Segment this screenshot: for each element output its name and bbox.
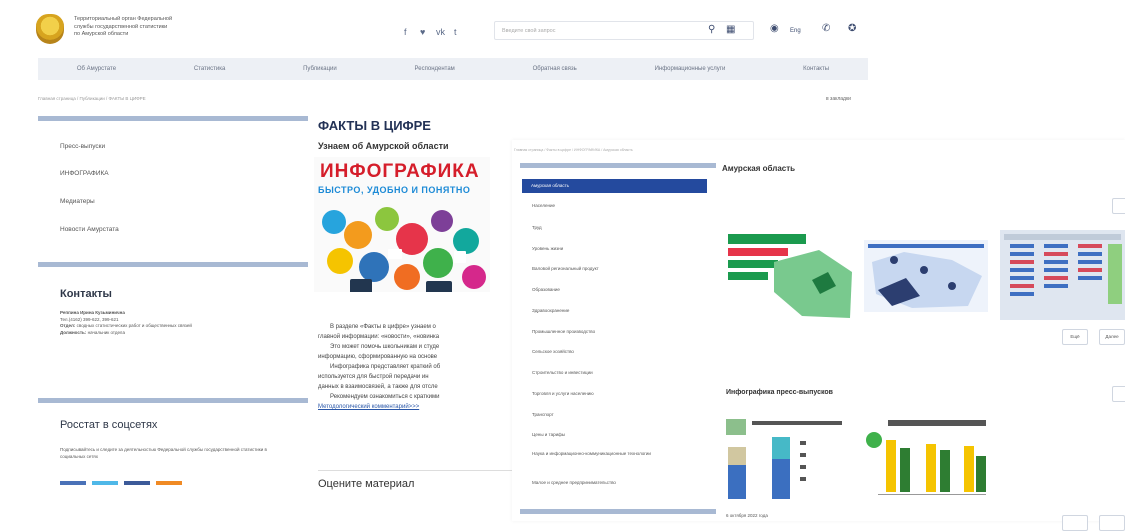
contacts-block: Реппина Ирина Кузьминична Тел.(4162) 399…	[60, 310, 300, 336]
overlay-item-agriculture[interactable]: Сельское хозяйство	[532, 349, 702, 355]
visibility-icon[interactable]: ◉	[770, 23, 779, 34]
infographic-thumb-1[interactable]	[724, 232, 854, 320]
sidebar-item-press[interactable]: Пресс-выпуски	[60, 143, 105, 150]
overlay-item-science[interactable]: Наука и информационно-коммуникационные т…	[532, 451, 702, 457]
menu-item-publications[interactable]: Публикации	[303, 66, 337, 72]
dzen-button[interactable]	[156, 481, 182, 485]
paragraph-line-7: данных в взаимосвязей, а также для отсле	[318, 384, 438, 390]
overlay-item-business[interactable]: Малое и среднее предпринимательство	[532, 480, 702, 486]
social-title: Росстат в соцсетях	[60, 419, 158, 431]
methodology-link[interactable]: Методологический комментарий>>>	[318, 402, 504, 412]
accessibility-icon[interactable]: ✪	[848, 23, 856, 34]
vk-icon[interactable]: vk	[436, 27, 445, 37]
main-text: В разделе «Факты в цифре» узнаем о главн…	[318, 322, 504, 412]
press-more-button[interactable]	[1062, 515, 1088, 531]
vk-button[interactable]	[60, 481, 86, 485]
heart-icon[interactable]: ♥	[420, 27, 425, 37]
sidebar-item-infographics[interactable]: ИНФОГРАФИКА	[60, 170, 109, 177]
rate-label: Оцените материал	[318, 478, 415, 490]
org-name[interactable]: Территориальный орган Федеральной службы…	[74, 16, 234, 39]
overlay-item-labor[interactable]: Труд	[532, 225, 702, 231]
infographic-title: ИНФОГРАФИКА	[320, 161, 480, 182]
org-line-1: Территориальный орган Федеральной	[74, 16, 173, 22]
page-title: ФАКТЫ В ЦИФРЕ	[318, 118, 431, 133]
infographic-banner[interactable]: ИНФОГРАФИКА БЫСТРО, УДОБНО И ПОНЯТНО	[314, 157, 490, 292]
overlay-item-active[interactable]: Амурская область	[522, 179, 707, 193]
overlay-divider	[520, 163, 716, 168]
contact-position: начальник отдела	[87, 329, 125, 335]
press-thumb-1[interactable]	[724, 417, 852, 503]
overlay-bottom-divider	[520, 509, 716, 514]
sidebar-item-news[interactable]: Новости Амурстата	[60, 226, 119, 233]
overlay-item-population[interactable]: Население	[532, 203, 702, 209]
overlay-item-grp[interactable]: Валовой региональный продукт	[532, 266, 702, 272]
social-divider	[38, 398, 308, 403]
paragraph-line-3: Это может помочь школьникам и студе	[330, 344, 440, 350]
ok-button[interactable]	[124, 481, 150, 485]
paragraph-line-6: используется для быстрой передачи ин	[318, 374, 429, 380]
paragraph-line-5: Инфографика представляет краткий об	[330, 364, 441, 370]
overlay-item-living-standard[interactable]: Уровень жизни	[532, 246, 702, 252]
facebook-icon[interactable]: f	[404, 27, 407, 37]
paragraph-line-1: В разделе «Факты в цифре» узнаем о	[330, 324, 436, 330]
menu-item-info-services[interactable]: Информационные услуги	[655, 66, 726, 72]
region-more-button[interactable]: Ещё	[1062, 329, 1088, 345]
contact-position-label: Должность:	[60, 329, 87, 335]
menu-item-about[interactable]: Об Амурстате	[77, 66, 116, 72]
press-collapse-button[interactable]	[1112, 386, 1125, 402]
filter-icon[interactable]: ▦	[726, 24, 735, 35]
rate-divider	[318, 470, 518, 471]
telegram-button[interactable]	[92, 481, 118, 485]
sidebar-divider	[38, 116, 308, 121]
search-icon[interactable]: ⚲	[708, 24, 715, 35]
overlay-breadcrumb[interactable]: Главная страница / Факты в цифре / ИНФОГ…	[514, 148, 633, 152]
breadcrumb[interactable]: Главная страница / Публикации / ФАКТЫ В …	[38, 96, 146, 101]
overlay-item-prices[interactable]: Цены и тарифы	[532, 432, 702, 438]
menu-item-feedback[interactable]: Обратная связь	[533, 66, 577, 72]
social-text: Подписывайтесь и следите за деятельность…	[60, 447, 267, 459]
press-next-button[interactable]	[1099, 515, 1125, 531]
overlay-item-trade[interactable]: Торговля и услуги населению	[532, 391, 702, 397]
contact-dept-label: Отдел:	[60, 323, 76, 328]
press-infographics-title: Инфографика пресс-выпусков	[726, 389, 833, 396]
contact-dept: сводных статистических работ и обществен…	[76, 323, 192, 328]
infographic-art	[322, 207, 486, 292]
paragraph-line-2: главной информации: «новости», «новинка	[318, 334, 440, 340]
press-thumb-2[interactable]	[864, 418, 990, 500]
infographic-thumb-2[interactable]	[864, 240, 988, 312]
paragraph-line-8: Рекомендуем ознакомиться с краткими	[330, 394, 440, 400]
region-title: Амурская область	[722, 164, 796, 173]
org-line-2: службы государственной статистики	[74, 23, 168, 30]
region-next-button[interactable]: Далее	[1099, 329, 1125, 345]
overlay-item-healthcare[interactable]: Здравоохранение	[532, 308, 702, 314]
overlay-item-construction[interactable]: Строительство и инвестиции	[532, 370, 702, 376]
overlay-item-transport[interactable]: Транспорт	[532, 412, 702, 418]
contacts-title: Контакты	[60, 288, 112, 300]
infographic-thumb-3[interactable]	[1000, 230, 1125, 320]
overlay-item-education[interactable]: Образование	[532, 287, 702, 293]
press-date: 6 октября 2022 года	[726, 513, 768, 518]
region-collapse-button[interactable]	[1112, 198, 1125, 214]
menu-item-respondents[interactable]: Респондентам	[415, 66, 455, 72]
org-line-3: по Амурской области	[74, 31, 129, 37]
paragraph-line-4: информацию, сформированную на основе	[318, 354, 438, 360]
page-subtitle: Узнаем об Амурской области	[318, 141, 449, 151]
bookmark-link[interactable]: в закладки	[826, 96, 851, 102]
contacts-divider	[38, 262, 308, 267]
overlay-item-industry[interactable]: Промышленное производство	[532, 329, 702, 335]
infographic-subtitle: БЫСТРО, УДОБНО И ПОНЯТНО	[318, 185, 471, 195]
phone-icon[interactable]: ✆	[822, 23, 830, 34]
sidebar-item-media[interactable]: Медиатеры	[60, 198, 95, 205]
telegram-icon[interactable]: t	[454, 27, 457, 37]
menu-item-contacts[interactable]: Контакты	[803, 66, 829, 72]
menu-item-statistics[interactable]: Статистика	[194, 66, 226, 72]
logo-emblem[interactable]	[36, 14, 64, 44]
main-menu: Об Амурстате Статистика Публикации Респо…	[38, 58, 868, 80]
language-switch[interactable]: Eng	[790, 28, 801, 34]
